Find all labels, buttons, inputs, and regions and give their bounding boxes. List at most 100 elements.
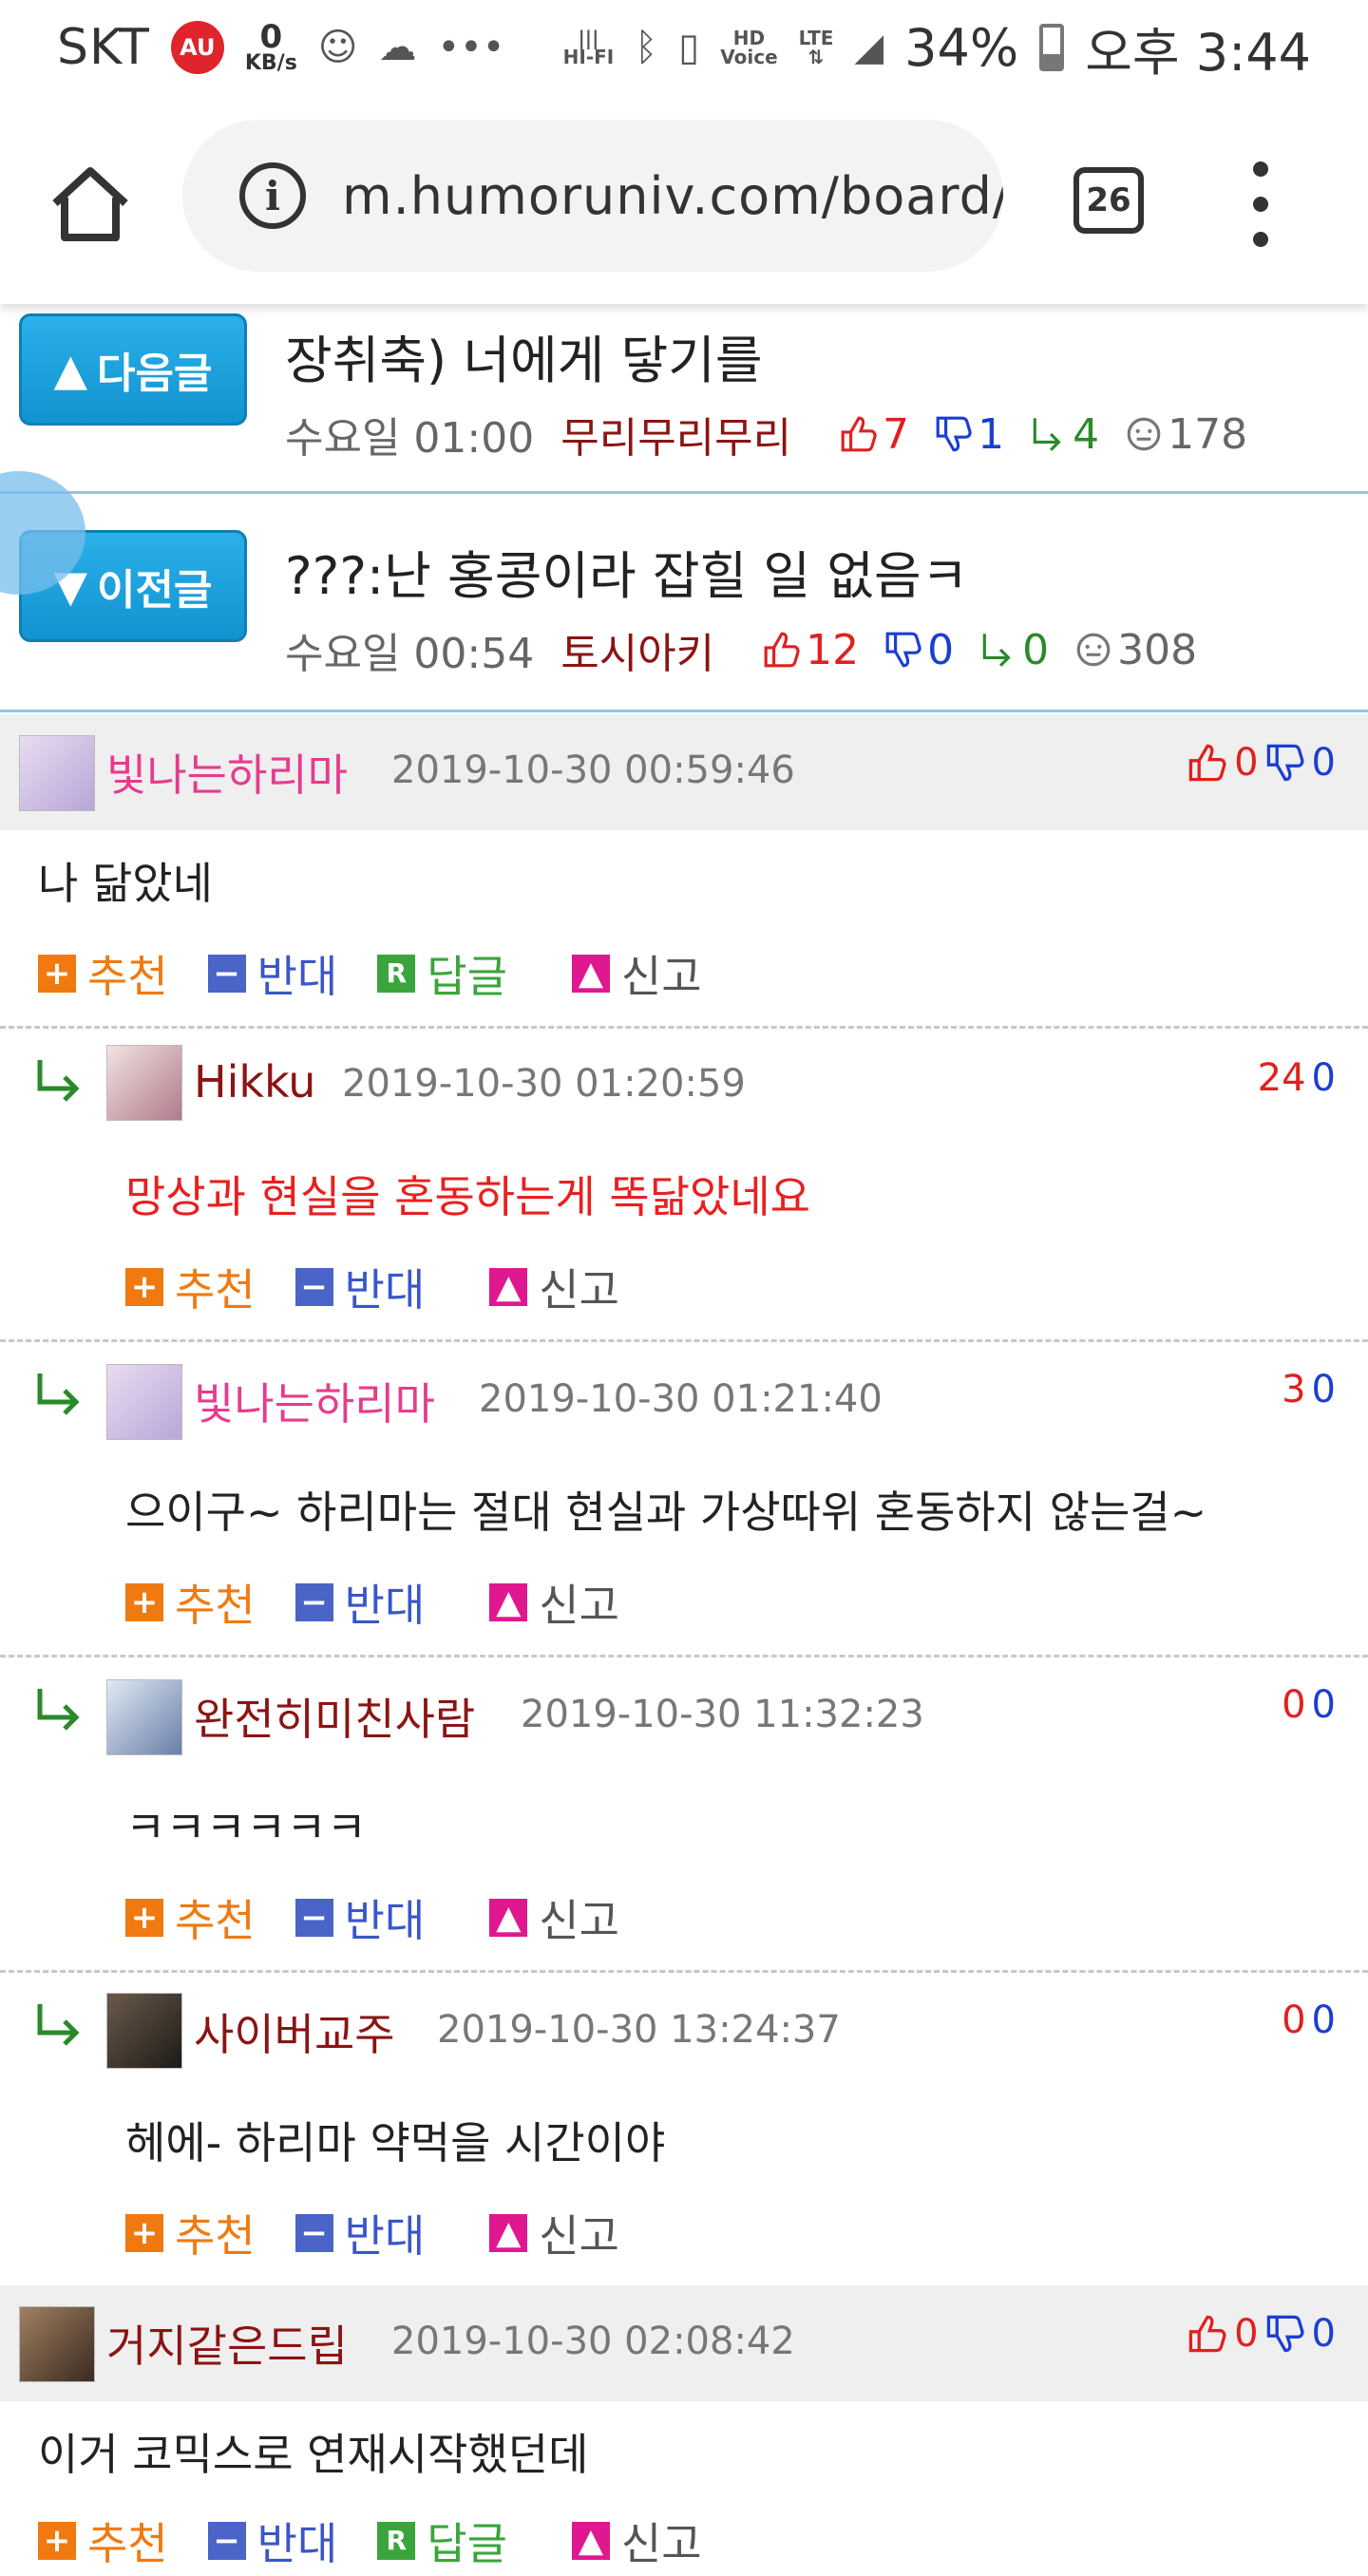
recommend-button[interactable]: + 추천 [38, 942, 168, 1005]
lte-icon: LTE ⇅ [798, 27, 834, 68]
recommend-button[interactable]: + 추천 [125, 1571, 256, 1634]
avatar[interactable] [106, 1045, 182, 1121]
next-post-down-count: 1 [978, 409, 1005, 459]
comment-nick[interactable]: 빛나는하리마 [194, 1370, 435, 1432]
siren-icon: ▲ [489, 2214, 528, 2252]
thumbs-down-icon[interactable] [1264, 742, 1306, 784]
oppose-button[interactable]: − 반대 [294, 1886, 425, 1949]
comment-down-count: 0 [1311, 2312, 1336, 2356]
oppose-label: 반대 [256, 2518, 338, 2569]
prev-post-meta: 수요일 00:54 토시아키 12 0 0 308 [285, 619, 1222, 680]
comment-text: 망상과 현실을 혼동하는게 똑닮았네요 [125, 1171, 810, 1222]
recommend-button[interactable]: + 추천 [38, 2510, 168, 2572]
report-button[interactable]: ▲ 신고 [489, 1886, 619, 1949]
avatar[interactable] [106, 1364, 182, 1440]
comment-votes: 3 0 [1282, 1368, 1336, 1411]
siren-icon: ▲ [489, 1583, 528, 1621]
recommend-label: 추천 [87, 2518, 168, 2569]
next-post-up-count: 7 [883, 409, 910, 459]
comment-date: 2019-10-30 11:32:23 [521, 1693, 924, 1736]
thumbs-up-icon [841, 416, 877, 452]
reply-arrow-icon [37, 1060, 80, 1102]
oppose-button[interactable]: − 반대 [294, 2202, 425, 2264]
report-button[interactable]: ▲ 신고 [571, 942, 702, 1005]
address-bar[interactable]: i m.humoruniv.com/board/r [182, 120, 1003, 272]
report-button[interactable]: ▲ 신고 [489, 1256, 619, 1318]
recommend-button[interactable]: + 추천 [125, 2202, 256, 2264]
signal-icon: ◢ [854, 26, 884, 69]
prev-post-row[interactable]: ▼ 이전글 ???:난 홍콩이라 잡힐 일 없음ㅋ 수요일 00:54 토시아키… [0, 496, 1368, 712]
carrier-label: SKT [57, 19, 150, 76]
next-post-date: 수요일 01:00 [285, 414, 535, 463]
comment-votes: 0 0 [1187, 2312, 1336, 2356]
divider [0, 1970, 1368, 1973]
comment-votes: 0 0 [1282, 1998, 1336, 2042]
reply-arrow-icon [37, 1689, 80, 1731]
recommend-button[interactable]: + 추천 [125, 1256, 256, 1318]
prev-post-title[interactable]: ???:난 홍콩이라 잡힐 일 없음ㅋ [285, 534, 968, 609]
minus-icon: − [207, 2522, 246, 2560]
comment-nick[interactable]: 빛나는하리마 [106, 741, 348, 804]
comment-date: 2019-10-30 13:24:37 [437, 2008, 841, 2052]
next-post-author[interactable]: 무리무리무리 [560, 404, 791, 464]
reply-button[interactable]: R 답글 [377, 2510, 507, 2572]
reply-label: 답글 [427, 951, 507, 1002]
prev-post-views: 308 [1074, 626, 1197, 674]
avatar[interactable] [19, 2306, 95, 2382]
tab-switcher-button[interactable]: 26 [1074, 167, 1144, 234]
next-post-title[interactable]: 장취축) 너에게 닿기를 [285, 318, 763, 393]
thumbs-up-icon[interactable] [1187, 742, 1228, 784]
bluetooth-icon: ᛒ [635, 26, 658, 69]
au-icon: AU [170, 21, 224, 74]
comment-nick[interactable]: 거지같은드립 [106, 2312, 348, 2375]
recommend-button[interactable]: + 추천 [125, 1886, 256, 1949]
comment-up-count: 0 [1282, 1683, 1306, 1727]
report-button[interactable]: ▲ 신고 [571, 2510, 702, 2572]
comment-nick[interactable]: 사이버교주 [194, 2000, 395, 2063]
overflow-menu-icon[interactable] [1246, 161, 1275, 247]
oppose-button[interactable]: − 반대 [207, 942, 338, 1005]
minus-icon: − [294, 1899, 333, 1937]
minus-icon: − [294, 2214, 333, 2252]
oppose-button[interactable]: − 반대 [207, 2510, 338, 2572]
oppose-button[interactable]: − 반대 [294, 1256, 425, 1318]
next-post-button[interactable]: ▲ 다음글 [19, 313, 247, 426]
comment-text: 나 닮았네 [38, 858, 213, 909]
comment-nick[interactable]: 완전히미친사람 [194, 1685, 475, 1748]
report-button[interactable]: ▲ 신고 [489, 2202, 619, 2264]
divider [0, 1339, 1368, 1342]
oppose-button[interactable]: − 반대 [294, 1571, 425, 1634]
next-post-row[interactable]: ▲ 다음글 장취축) 너에게 닿기를 수요일 01:00 무리무리무리 7 1 … [0, 275, 1368, 494]
comment-down-count: 0 [1311, 1998, 1336, 2042]
reply-button[interactable]: R 답글 [377, 942, 507, 1005]
avatar[interactable] [19, 735, 95, 811]
home-icon[interactable] [48, 161, 133, 247]
report-button[interactable]: ▲ 신고 [489, 1571, 619, 1634]
thumbs-up-icon[interactable] [1187, 2313, 1228, 2355]
avatar[interactable] [106, 1679, 182, 1755]
next-post-replies: 4 [1029, 410, 1099, 459]
net-speed-unit: KB/s [244, 51, 297, 75]
prev-post-downvotes: 0 [884, 626, 954, 674]
hifi-icon: ||| HI-FI [562, 27, 615, 68]
comment-down-count: 0 [1311, 1368, 1336, 1411]
net-speed: 0 KB/s [245, 21, 297, 74]
url-text[interactable]: m.humoruniv.com/board/r [342, 166, 1003, 226]
siren-icon: ▲ [489, 1268, 528, 1306]
comment-down-count: 0 [1311, 1683, 1336, 1727]
reply-arrow-icon [982, 634, 1011, 667]
info-icon[interactable]: i [239, 162, 306, 229]
comment-up-count: 0 [1234, 2312, 1259, 2356]
recommend-label: 추천 [175, 1580, 256, 1631]
prev-post-author[interactable]: 토시아키 [560, 619, 714, 680]
thumbs-down-icon[interactable] [1264, 2313, 1306, 2355]
comment-nick[interactable]: Hikku [194, 1056, 315, 1108]
oppose-label: 반대 [256, 951, 338, 1002]
comment-up-count: 0 [1282, 1998, 1306, 2042]
avatar[interactable] [106, 1993, 182, 2069]
smiley-icon [1127, 417, 1161, 451]
up-triangle-icon: ▲ [53, 344, 87, 395]
comment-text: 으이구~ 하리마는 절대 현실과 가상따위 혼동하지 않는걸~ [125, 1487, 1207, 1538]
minus-icon: − [207, 955, 246, 993]
prev-post-view-count: 308 [1117, 625, 1198, 674]
